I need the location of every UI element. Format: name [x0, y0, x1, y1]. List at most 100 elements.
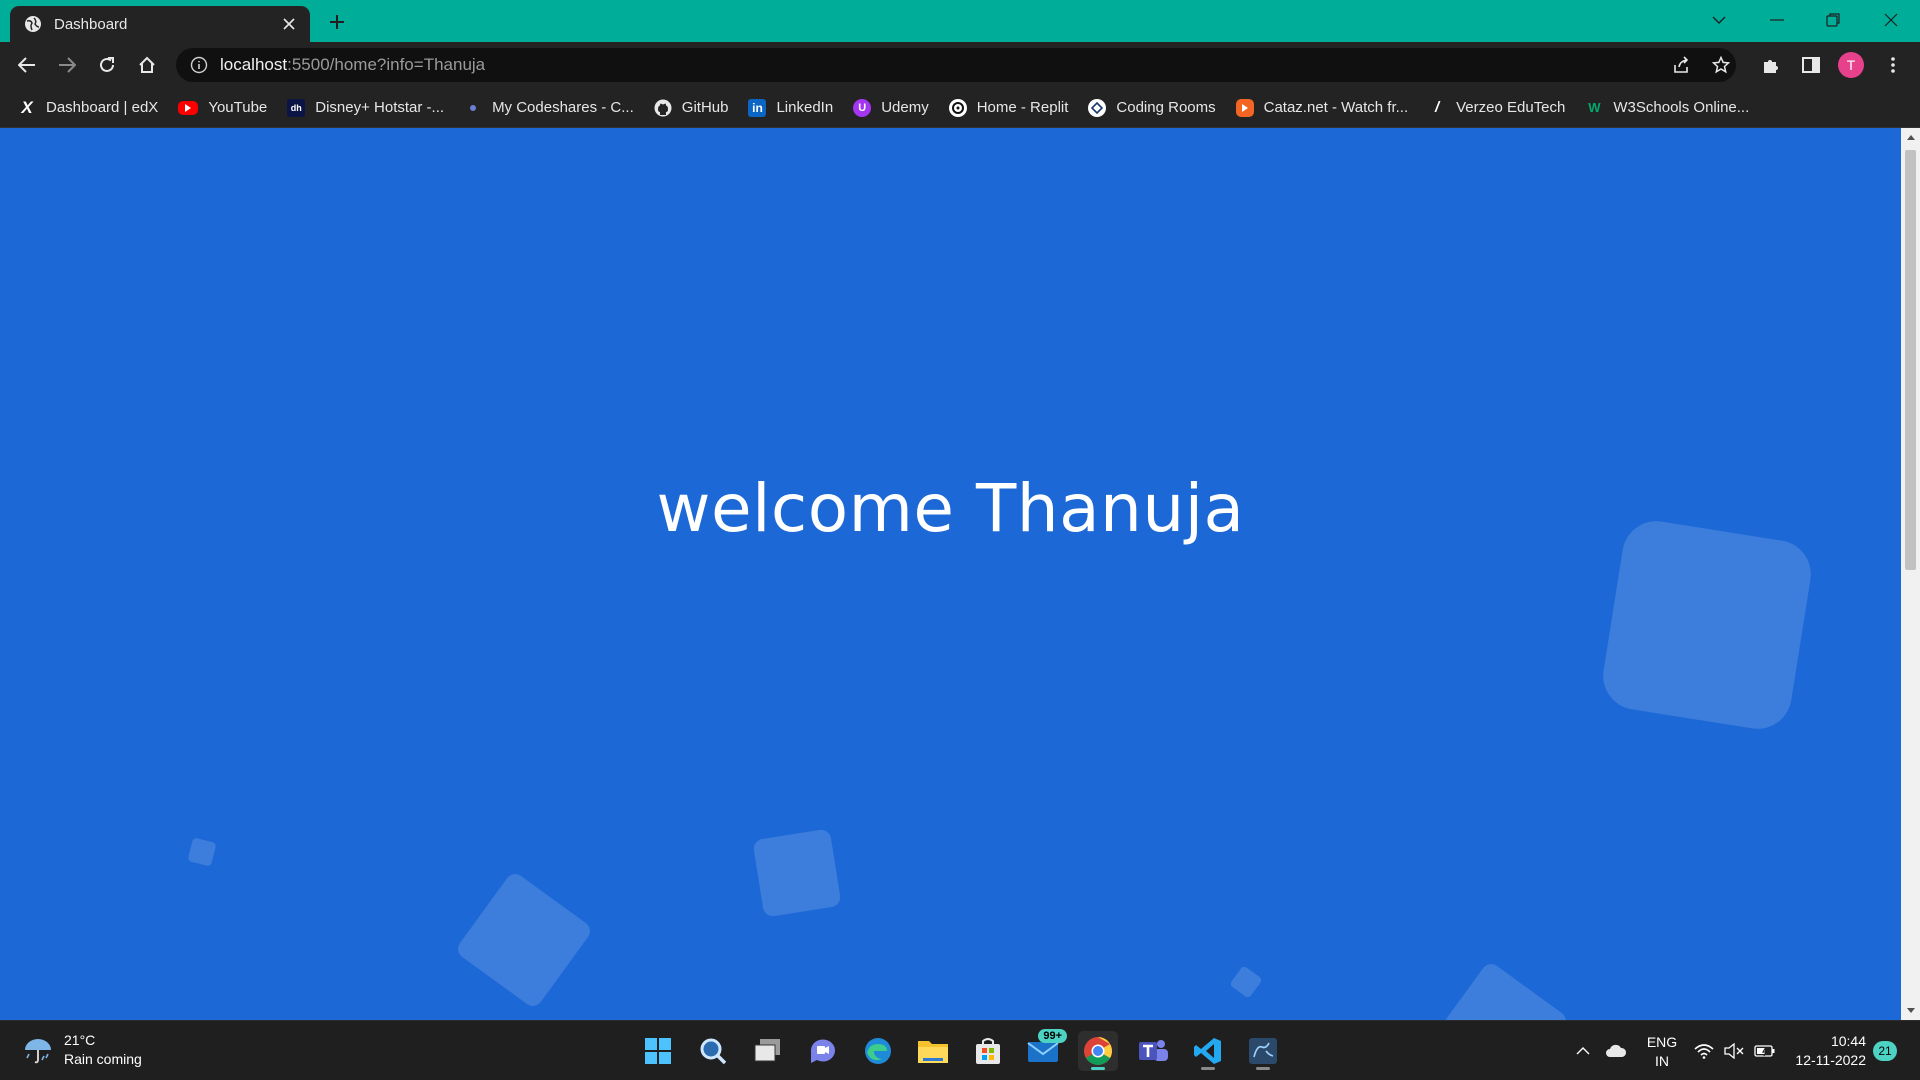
- bookmark-star-icon[interactable]: [1706, 50, 1736, 80]
- cataz-icon: [1235, 98, 1254, 117]
- teams-chat-button[interactable]: [803, 1031, 843, 1071]
- tab-search-chevron-icon[interactable]: [1704, 6, 1734, 34]
- bookmark-codeshares[interactable]: My Codeshares - C...: [464, 94, 634, 122]
- bookmark-w3schools[interactable]: W W3Schools Online...: [1585, 94, 1749, 122]
- microsoft-store-button[interactable]: [968, 1031, 1008, 1071]
- restore-button[interactable]: [1818, 6, 1848, 34]
- bookmark-coding-rooms[interactable]: Coding Rooms: [1088, 94, 1216, 122]
- start-button[interactable]: [638, 1031, 678, 1071]
- back-button[interactable]: [12, 50, 42, 80]
- teams-icon: [1139, 1040, 1168, 1061]
- weather-temperature: 21°C: [64, 1032, 96, 1048]
- clock-time: 10:44: [1830, 1033, 1866, 1049]
- running-app-indicator: [1256, 1067, 1270, 1070]
- decorative-square: [752, 828, 842, 918]
- forward-button[interactable]: [52, 50, 82, 80]
- side-panel-icon[interactable]: [1796, 50, 1826, 80]
- bookmarks-bar: X Dashboard | edX YouTube dh Disney+ Hot…: [0, 88, 1920, 128]
- chrome-icon: [1084, 1037, 1112, 1065]
- bookmark-label: YouTube: [208, 99, 268, 116]
- clock-date: 12-11-2022: [1795, 1052, 1866, 1068]
- bookmark-youtube[interactable]: YouTube: [178, 94, 267, 122]
- home-button[interactable]: [132, 50, 162, 80]
- browser-tab-dashboard[interactable]: Dashboard: [10, 6, 310, 42]
- decorative-square: [1598, 516, 1816, 734]
- bookmark-label: GitHub: [681, 99, 729, 116]
- onedrive-cloud-icon[interactable]: [1605, 1021, 1627, 1080]
- vscode-icon: [1194, 1038, 1221, 1064]
- bookmark-hotstar[interactable]: dh Disney+ Hotstar -...: [287, 94, 444, 122]
- windows-taskbar: 21°C Rain coming 99+ ENG IN 10:44 12-11-…: [0, 1020, 1920, 1080]
- bookmark-replit[interactable]: Home - Replit: [948, 94, 1068, 122]
- bookmark-github[interactable]: GitHub: [654, 94, 729, 122]
- bookmark-label: Udemy: [881, 99, 929, 116]
- extensions-puzzle-icon[interactable]: [1756, 50, 1786, 80]
- decorative-square: [1229, 965, 1263, 999]
- scroll-up-arrow-icon[interactable]: [1901, 128, 1920, 146]
- search-button[interactable]: [693, 1031, 733, 1071]
- bookmark-linkedin[interactable]: in LinkedIn: [748, 94, 833, 122]
- codeshare-icon: [464, 99, 482, 117]
- kebab-menu-icon[interactable]: [1878, 50, 1908, 80]
- bookmark-verzeo[interactable]: / Verzeo EduTech: [1428, 94, 1565, 122]
- vscode-button[interactable]: [1188, 1031, 1228, 1071]
- bookmark-edx[interactable]: X Dashboard | edX: [18, 94, 158, 122]
- linkedin-icon: in: [748, 98, 767, 117]
- hotstar-icon: dh: [287, 98, 306, 117]
- close-tab-icon[interactable]: [278, 13, 300, 35]
- store-bag-icon: [976, 1038, 1000, 1064]
- running-app-indicator: [1201, 1067, 1215, 1070]
- battery-charging-icon[interactable]: [1754, 1021, 1776, 1080]
- system-clock[interactable]: 10:44 12-11-2022: [1790, 1032, 1866, 1070]
- bookmark-label: LinkedIn: [776, 99, 834, 116]
- teams-button[interactable]: [1133, 1031, 1173, 1071]
- bookmark-label: W3Schools Online...: [1613, 99, 1750, 116]
- edx-icon: X: [21, 97, 33, 117]
- file-explorer-button[interactable]: [913, 1031, 953, 1071]
- replit-icon: [948, 98, 967, 117]
- weather-condition: Rain coming: [64, 1051, 142, 1067]
- windows-logo-icon: [645, 1038, 671, 1064]
- new-tab-button[interactable]: [322, 9, 352, 35]
- mysql-workbench-button[interactable]: [1243, 1031, 1283, 1071]
- site-info-icon[interactable]: [190, 56, 208, 74]
- task-view-button[interactable]: [748, 1031, 788, 1071]
- input-language-indicator[interactable]: ENG IN: [1642, 1033, 1682, 1071]
- bookmark-label: Verzeo EduTech: [1456, 99, 1566, 116]
- bookmark-label: My Codeshares - C...: [492, 99, 634, 116]
- show-hidden-icons-chevron-icon[interactable]: [1576, 1021, 1590, 1080]
- decorative-square: [187, 837, 217, 867]
- scrollbar-thumb[interactable]: [1905, 150, 1916, 570]
- notification-count-badge[interactable]: 21: [1873, 1041, 1897, 1061]
- share-icon[interactable]: [1666, 50, 1696, 80]
- volume-muted-icon[interactable]: [1724, 1021, 1744, 1080]
- chrome-button[interactable]: [1078, 1031, 1118, 1071]
- mail-button[interactable]: 99+: [1023, 1029, 1067, 1071]
- tab-title: Dashboard: [54, 15, 128, 33]
- address-bar[interactable]: localhost:5500/home?info=Thanuja: [176, 48, 1736, 82]
- decorative-square: [454, 870, 594, 1010]
- page-scrollbar[interactable]: [1901, 128, 1920, 1020]
- bookmark-label: Dashboard | edX: [46, 99, 159, 116]
- mysql-workbench-icon: [1249, 1038, 1277, 1064]
- region-code: IN: [1655, 1053, 1669, 1069]
- scroll-down-arrow-icon[interactable]: [1901, 1002, 1920, 1020]
- folder-icon: [918, 1041, 948, 1063]
- bookmark-udemy[interactable]: U Udemy: [853, 94, 929, 122]
- close-window-button[interactable]: [1876, 6, 1906, 34]
- edge-button[interactable]: [858, 1031, 898, 1071]
- reload-button[interactable]: [92, 50, 122, 80]
- url-path: :5500/home?info=Thanuja: [287, 55, 486, 74]
- verzeo-icon: /: [1435, 99, 1440, 116]
- chat-icon: [811, 1039, 835, 1063]
- coding-rooms-icon: [1088, 98, 1107, 117]
- bookmark-cataz[interactable]: Cataz.net - Watch fr...: [1235, 94, 1408, 122]
- profile-avatar[interactable]: T: [1838, 52, 1864, 78]
- minimize-button[interactable]: [1762, 6, 1792, 34]
- task-view-icon: [754, 1039, 780, 1062]
- wifi-icon[interactable]: [1694, 1021, 1714, 1080]
- decorative-square: [1430, 960, 1570, 1020]
- weather-widget[interactable]: 21°C Rain coming: [22, 1031, 142, 1069]
- language-code: ENG: [1646, 1034, 1678, 1050]
- github-icon: [654, 99, 672, 117]
